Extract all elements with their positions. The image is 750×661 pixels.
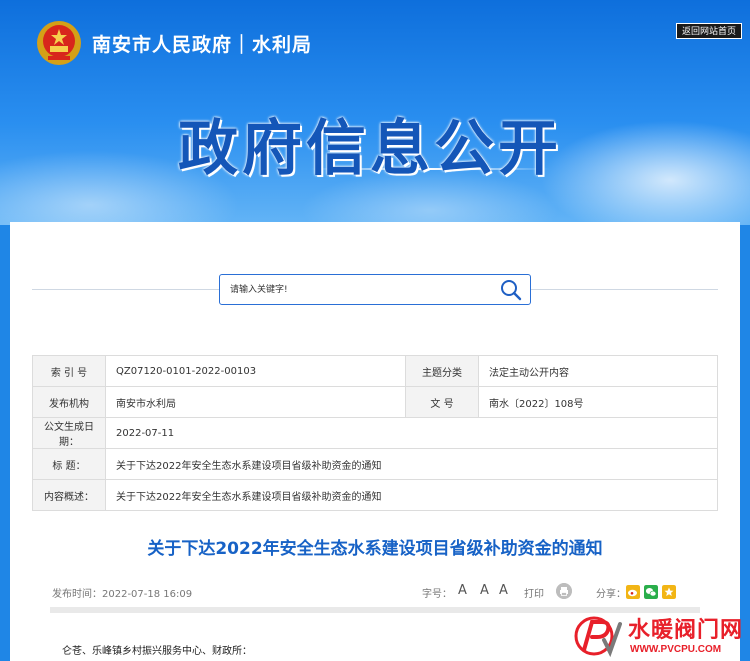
watermark-url: WWW.PVCPU.COM [630, 644, 722, 655]
date-value: 2022-07-11 [105, 417, 718, 449]
table-row: 标 题： 关于下达2022年安全生态水系建设项目省级补助资金的通知 [32, 448, 718, 480]
weibo-icon[interactable] [626, 585, 640, 599]
font-medium-button[interactable]: A [480, 583, 489, 598]
topic-label: 主题分类 [405, 355, 479, 387]
date-label: 公文生成日期： [32, 417, 106, 449]
article-title: 关于下达2022年安全生态水系建设项目省级补助资金的通知 [147, 539, 603, 559]
printer-icon[interactable] [556, 583, 572, 599]
index-label: 索 引 号 [32, 355, 106, 387]
home-link[interactable]: 返回网站首页 [676, 23, 742, 39]
publisher-value: 南安市水利局 [105, 386, 406, 418]
favorite-star-icon[interactable] [662, 585, 676, 599]
header-banner: 南安市人民政府｜水利局 返回网站首页 政府信息公开 [0, 0, 750, 225]
search-input[interactable] [220, 275, 490, 304]
summary-value: 关于下达2022年安全生态水系建设项目省级补助资金的通知 [105, 479, 718, 511]
print-button[interactable]: 打印 [524, 585, 544, 600]
national-emblem-icon[interactable] [36, 20, 82, 66]
pv-logo-icon [574, 616, 622, 658]
docno-label: 文 号 [405, 386, 479, 418]
wechat-icon[interactable] [644, 585, 658, 599]
publisher-label: 发布机构 [32, 386, 106, 418]
font-small-button[interactable]: A [499, 583, 508, 598]
font-large-button[interactable]: A [458, 583, 467, 598]
font-size-label: 字号： [422, 589, 452, 600]
watermark-name: 水暖阀门网 [628, 618, 744, 643]
document-meta-table: 索 引 号 QZ07120-0101-2022-00103 主题分类 法定主动公… [32, 355, 718, 511]
topic-value: 法定主动公开内容 [478, 355, 718, 387]
article-info-bar: 发布时间：2022-07-18 16:09 字号： A A A 打印 分享： [52, 583, 702, 601]
table-row: 公文生成日期： 2022-07-11 [32, 417, 718, 449]
publish-time: 发布时间：2022-07-18 16:09 [52, 589, 193, 600]
share-label: 分享： [596, 589, 626, 600]
summary-label: 内容概述： [32, 479, 106, 511]
table-row: 索 引 号 QZ07120-0101-2022-00103 主题分类 法定主动公… [32, 355, 718, 387]
search-box [219, 274, 531, 305]
site-title[interactable]: 南安市人民政府｜水利局 [92, 30, 312, 57]
watermark: 水暖阀门网 WWW.PVCPU.COM [568, 608, 750, 661]
content-panel: 索 引 号 QZ07120-0101-2022-00103 主题分类 法定主动公… [10, 222, 740, 661]
article-body-first-line: 仑苍、乐峰镇乡村振兴服务中心、财政所： [62, 646, 252, 657]
title-value: 关于下达2022年安全生态水系建设项目省级补助资金的通知 [105, 448, 718, 480]
search-icon[interactable] [500, 279, 522, 301]
banner-title: 政府信息公开 [178, 114, 562, 184]
index-value: QZ07120-0101-2022-00103 [105, 355, 406, 387]
table-row: 发布机构 南安市水利局 文 号 南水〔2022〕108号 [32, 386, 718, 418]
cloud-decoration [540, 120, 750, 225]
table-row: 内容概述： 关于下达2022年安全生态水系建设项目省级补助资金的通知 [32, 479, 718, 511]
docno-value: 南水〔2022〕108号 [478, 386, 718, 418]
title-label: 标 题： [32, 448, 106, 480]
